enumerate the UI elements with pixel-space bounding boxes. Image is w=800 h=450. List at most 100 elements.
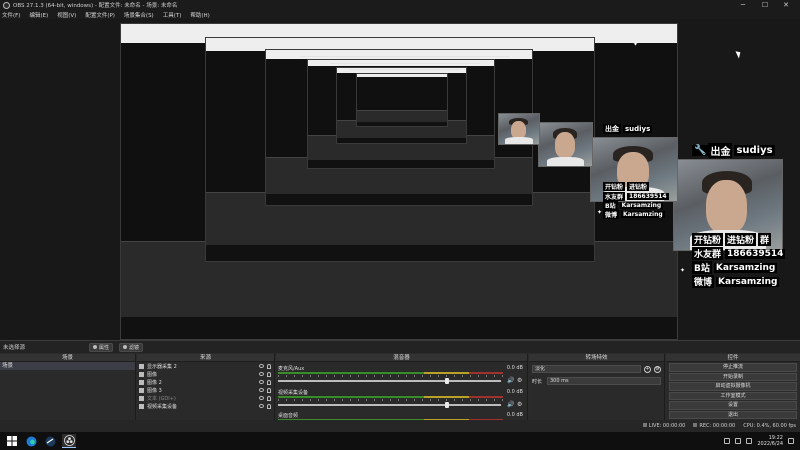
live-indicator-icon bbox=[642, 423, 647, 427]
volume-slider[interactable] bbox=[278, 404, 501, 406]
maximize-button[interactable]: ☐ bbox=[758, 0, 772, 10]
scene-item[interactable]: 场景 bbox=[0, 362, 135, 370]
gear-icon[interactable]: ⚙ bbox=[654, 365, 661, 373]
status-bar: LIVE: 00:00:00 REC: 00:00:00 CPU: 0.4%, … bbox=[0, 420, 800, 432]
source-item[interactable]: 图像 bbox=[137, 370, 274, 378]
start-button[interactable] bbox=[5, 434, 19, 448]
controls-dock: 未选择源 属性 滤镜 场景 场景 + − ⌃ ⌄ 来源 显示器采集 2 bbox=[0, 340, 800, 433]
duration-input[interactable]: 300 ms bbox=[547, 377, 661, 385]
settings-button[interactable]: 设置 bbox=[669, 401, 797, 410]
image-icon bbox=[139, 387, 144, 393]
image-icon bbox=[139, 379, 144, 385]
source-item[interactable]: 图像 3 bbox=[137, 386, 274, 394]
visibility-eye-icon[interactable] bbox=[259, 396, 264, 400]
visibility-eye-icon[interactable] bbox=[259, 380, 264, 384]
volume-icon[interactable] bbox=[746, 438, 753, 444]
clock[interactable]: 19:22 2022/6/24 bbox=[757, 435, 783, 447]
sparkle-icon: ✦ bbox=[597, 209, 603, 216]
windows-logo-icon bbox=[7, 436, 17, 446]
mouse-cursor-icon bbox=[735, 49, 743, 59]
source-toolbar: 未选择源 属性 滤镜 bbox=[0, 341, 800, 353]
rec-indicator-icon bbox=[693, 423, 698, 427]
minimize-button[interactable]: ─ bbox=[736, 0, 750, 10]
lock-icon[interactable] bbox=[267, 387, 271, 393]
controls-header: 控件 bbox=[666, 354, 800, 362]
overlay-line-weibo: 微博 Karsamzing bbox=[692, 275, 780, 288]
webcam-feed-echo-2 bbox=[538, 122, 593, 167]
steam-icon bbox=[45, 436, 55, 446]
obs-taskbar-button[interactable] bbox=[62, 434, 76, 448]
network-icon[interactable] bbox=[735, 438, 742, 444]
overlay-echo-line-3: B站 Karsamzing bbox=[603, 201, 664, 210]
transition-duration-row: 时长 300 ms bbox=[529, 376, 664, 386]
filters-button[interactable]: 滤镜 bbox=[119, 342, 144, 352]
overlay-echo-line-4: 微博 Karsamzing bbox=[603, 210, 665, 219]
visibility-eye-icon[interactable] bbox=[259, 372, 264, 376]
duration-label: 时长 bbox=[532, 378, 543, 385]
mixer-channel: 麦克风/Aux 0.0 dB 🔊 ⚙ bbox=[278, 365, 523, 384]
stop-streaming-button[interactable]: 停止推流 bbox=[669, 363, 797, 372]
menu-scene-collection[interactable]: 场景集合(S) bbox=[124, 11, 154, 19]
start-recording-button[interactable]: 开始录制 bbox=[669, 372, 797, 381]
edge-icon bbox=[26, 436, 36, 446]
system-tray: 19:22 2022/6/24 bbox=[724, 432, 794, 450]
close-button[interactable]: ✕ bbox=[779, 0, 793, 10]
speaker-icon[interactable]: 🔊 bbox=[507, 402, 514, 408]
properties-button[interactable]: 属性 bbox=[89, 342, 114, 352]
gear-icon[interactable]: ⚙ bbox=[517, 378, 523, 384]
volume-slider-handle[interactable] bbox=[445, 378, 450, 384]
cpu-status: CPU: 0.4%, 60.00 fps bbox=[743, 423, 796, 429]
menu-file[interactable]: 文件(F) bbox=[2, 11, 20, 19]
windows-taskbar: 19:22 2022/6/24 bbox=[0, 432, 800, 450]
preview-canvas[interactable]: 🔧 出金 sudiys 开钻粉 进钻粉 群 水友群 186639514 B站 K… bbox=[0, 19, 800, 340]
overlay-echo-line-1: 开钻粉 进钻粉 bbox=[603, 182, 650, 191]
monitor-icon bbox=[139, 363, 144, 369]
edge-browser-button[interactable] bbox=[24, 434, 38, 448]
tray-icon[interactable] bbox=[724, 438, 731, 444]
lock-icon[interactable] bbox=[267, 403, 271, 409]
visibility-eye-icon[interactable] bbox=[259, 388, 264, 392]
rec-status: REC: 00:00:00 bbox=[693, 423, 735, 429]
lock-icon[interactable] bbox=[267, 371, 271, 377]
exit-button[interactable]: 退出 bbox=[669, 410, 797, 419]
menu-tools[interactable]: 工具(T) bbox=[163, 11, 182, 19]
filter-icon bbox=[123, 345, 128, 349]
live-status: LIVE: 00:00:00 bbox=[642, 423, 685, 429]
menu-edit[interactable]: 编辑(E) bbox=[29, 11, 48, 19]
visibility-eye-icon[interactable] bbox=[259, 364, 264, 368]
notification-icon[interactable] bbox=[788, 438, 794, 444]
lock-icon[interactable] bbox=[267, 363, 271, 369]
menu-view[interactable]: 视图(V) bbox=[57, 11, 76, 19]
lock-icon[interactable] bbox=[267, 379, 271, 385]
scenes-header: 场景 bbox=[0, 354, 135, 362]
transition-type-select[interactable]: 淡化 bbox=[532, 365, 641, 373]
menu-profile[interactable]: 配置文件(P) bbox=[85, 11, 115, 19]
steam-button[interactable] bbox=[43, 434, 57, 448]
overlay-line-bilibili: B站 Karsamzing bbox=[692, 261, 778, 274]
virtual-camera-button[interactable]: 启动虚拟摄像机 bbox=[669, 382, 797, 391]
wrench-icon: 🔧 bbox=[692, 145, 709, 156]
volume-slider[interactable] bbox=[278, 380, 501, 382]
host-badge: 🔧 出金 sudiys bbox=[692, 143, 775, 158]
overlay-line-kaizuanfen: 开钻粉 进钻粉 群 bbox=[692, 233, 772, 246]
transition-type-row: 淡化 + ⚙ bbox=[529, 364, 664, 374]
source-item[interactable]: 文本 (GDI+) bbox=[137, 394, 274, 402]
level-meter bbox=[278, 372, 503, 374]
source-item[interactable]: 视频采集设备 bbox=[137, 402, 274, 410]
overlay-echo-line-2: 水友群 186639514 bbox=[603, 192, 669, 201]
title-bar: OBS 27.1.3 (64-bit, windows) - 配置文件: 未命名… bbox=[0, 0, 800, 10]
studio-mode-button[interactable]: 工作室模式 bbox=[669, 391, 797, 400]
lock-icon[interactable] bbox=[267, 395, 271, 401]
source-item[interactable]: 图像 2 bbox=[137, 378, 274, 386]
speaker-icon[interactable]: 🔊 bbox=[507, 378, 514, 384]
gear-icon bbox=[93, 345, 97, 349]
obs-logo-icon bbox=[3, 1, 10, 9]
obs-icon bbox=[63, 435, 75, 446]
add-transition-icon[interactable]: + bbox=[644, 365, 651, 373]
menu-help[interactable]: 帮助(H) bbox=[190, 11, 209, 19]
visibility-eye-icon[interactable] bbox=[259, 404, 264, 408]
gear-icon[interactable]: ⚙ bbox=[517, 402, 523, 408]
source-item[interactable]: 显示器采集 2 bbox=[137, 362, 274, 370]
volume-slider-handle[interactable] bbox=[445, 402, 450, 408]
host-badge-echo-1: 出金 sudiys bbox=[603, 124, 653, 134]
